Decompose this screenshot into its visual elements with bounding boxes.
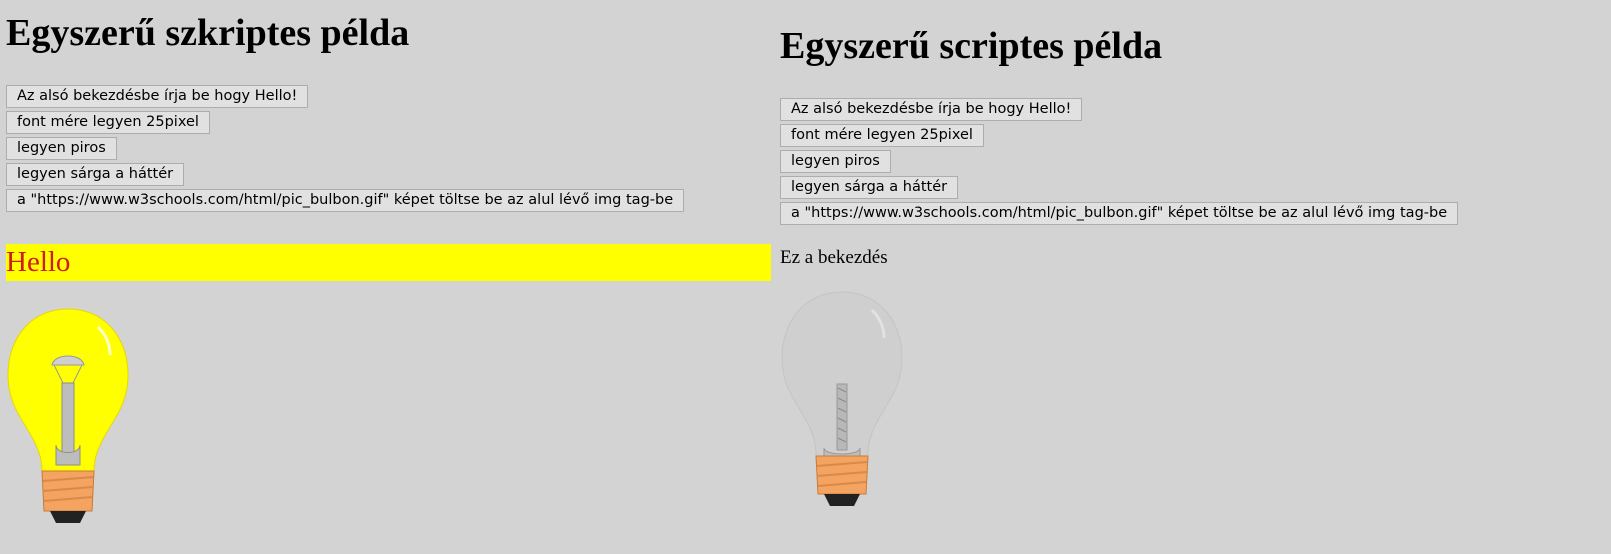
load-bulb-image-button[interactable]: a "https://www.w3schools.com/html/pic_bu… xyxy=(6,189,685,212)
page-heading: Egyszerű szkriptes példa xyxy=(6,12,410,54)
write-hello-button[interactable]: Az alsó bekezdésbe írja be hogy Hello! xyxy=(780,98,1083,121)
bulb-off-image xyxy=(780,288,904,519)
write-hello-button[interactable]: Az alsó bekezdésbe írja be hogy Hello! xyxy=(6,85,309,108)
font-size-button[interactable]: font mére legyen 25pixel xyxy=(6,111,210,134)
load-bulb-image-button[interactable]: a "https://www.w3schools.com/html/pic_bu… xyxy=(780,202,1459,225)
make-red-button[interactable]: legyen piros xyxy=(780,150,891,173)
right-panel: Egyszerű scriptes példa Az alsó bekezdés… xyxy=(780,0,1550,554)
button-group: Az alsó bekezdésbe írja be hogy Hello! f… xyxy=(780,98,1459,225)
make-red-button[interactable]: legyen piros xyxy=(6,137,117,160)
yellow-background-button[interactable]: legyen sárga a háttér xyxy=(6,163,185,186)
yellow-background-button[interactable]: legyen sárga a háttér xyxy=(780,176,959,199)
button-group: Az alsó bekezdésbe írja be hogy Hello! f… xyxy=(6,85,685,212)
left-panel: Egyszerű szkriptes példa Az alsó bekezdé… xyxy=(6,0,776,554)
target-paragraph: Ez a bekezdés xyxy=(780,247,888,268)
target-paragraph: Hello xyxy=(6,244,771,281)
bulb-on-image xyxy=(6,305,130,536)
font-size-button[interactable]: font mére legyen 25pixel xyxy=(780,124,984,147)
page-heading: Egyszerű scriptes példa xyxy=(780,25,1163,67)
